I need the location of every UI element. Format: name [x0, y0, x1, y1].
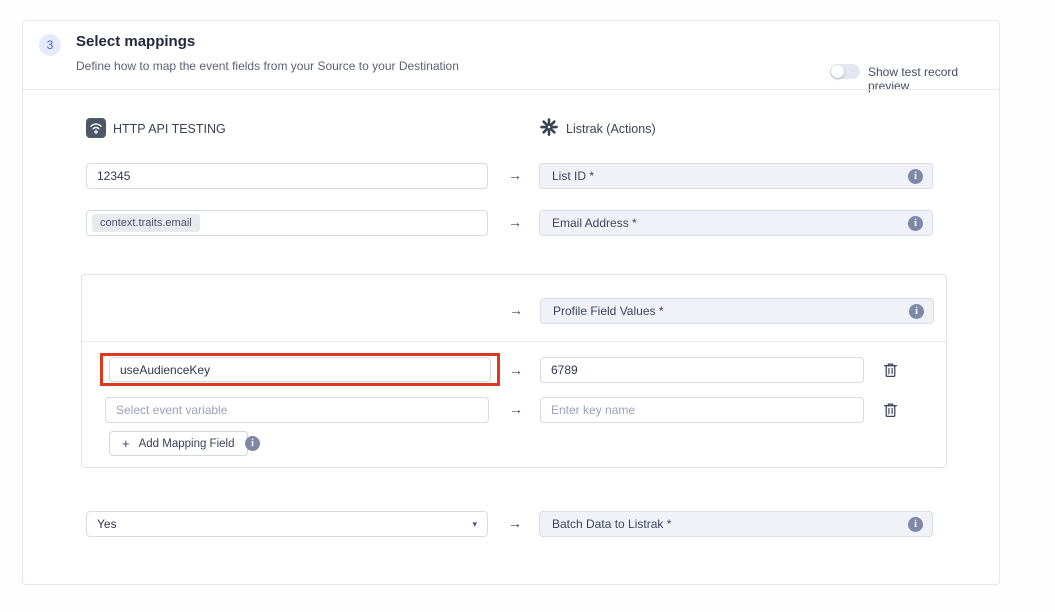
mapping-arrow-icon: → [505, 362, 527, 378]
mapping-arrow-icon: → [504, 515, 526, 531]
trash-icon [883, 402, 898, 418]
mapping-arrow-icon: → [505, 302, 527, 318]
listrak-logo-icon [539, 117, 559, 137]
wifi-antenna-icon [88, 120, 104, 136]
batch-data-select[interactable]: Yes ▾ [86, 511, 488, 537]
mapping-key-input-1[interactable] [109, 357, 491, 382]
mapping-arrow-icon: → [505, 401, 527, 417]
delete-row-button[interactable] [882, 362, 898, 378]
batch-data-dest-field[interactable]: Batch Data to Listrak * i [539, 511, 933, 537]
list-id-dest-label: List ID * [552, 169, 594, 183]
email-dest-field[interactable]: Email Address * i [539, 210, 933, 236]
step-number-badge: 3 [39, 34, 61, 56]
batch-data-selected-value: Yes [97, 517, 117, 531]
group-divider [82, 341, 946, 342]
add-mapping-field-label: Add Mapping Field [139, 438, 235, 450]
toggle-knob [831, 65, 844, 78]
mapping-arrow-icon: → [504, 214, 526, 230]
profile-field-values-label: Profile Field Values * [553, 304, 664, 318]
info-icon[interactable]: i [245, 436, 260, 451]
info-icon[interactable]: i [908, 169, 923, 184]
event-variable-token[interactable]: context.traits.email [92, 214, 200, 232]
mapping-value-input-1[interactable] [540, 357, 864, 383]
show-test-record-preview-toggle[interactable] [830, 64, 860, 79]
mapping-arrow-icon: → [504, 167, 526, 183]
profile-field-values-dest-field[interactable]: Profile Field Values * i [540, 298, 934, 324]
highlight-annotation-box [100, 353, 500, 386]
page-title: Select mappings [76, 33, 195, 50]
plus-icon: + [122, 436, 130, 451]
mapping-value-input-2[interactable] [540, 397, 864, 423]
info-icon[interactable]: i [909, 304, 924, 319]
page-subtitle: Define how to map the event fields from … [76, 59, 459, 73]
mappings-screen: 3 Select mappings Define how to map the … [0, 0, 1055, 612]
list-id-source-input[interactable] [86, 163, 488, 189]
info-icon[interactable]: i [908, 216, 923, 231]
email-dest-label: Email Address * [552, 216, 637, 230]
list-id-dest-field[interactable]: List ID * i [539, 163, 933, 189]
destination-name: Listrak (Actions) [566, 122, 656, 136]
chevron-down-icon: ▾ [472, 519, 477, 530]
add-mapping-field-button[interactable]: + Add Mapping Field [109, 431, 248, 456]
step-number: 3 [47, 38, 54, 52]
delete-row-button[interactable] [882, 402, 898, 418]
http-api-source-icon [86, 118, 106, 138]
header-divider [23, 89, 999, 90]
batch-data-dest-label: Batch Data to Listrak * [552, 517, 671, 531]
mapping-key-input-2[interactable] [105, 397, 489, 423]
select-mappings-card: 3 Select mappings Define how to map the … [22, 20, 1000, 585]
info-icon[interactable]: i [908, 517, 923, 532]
email-source-input[interactable]: context.traits.email [86, 210, 488, 236]
source-name: HTTP API TESTING [113, 122, 226, 136]
profile-field-values-group: → Profile Field Values * i → [81, 274, 947, 468]
trash-icon [883, 362, 898, 378]
